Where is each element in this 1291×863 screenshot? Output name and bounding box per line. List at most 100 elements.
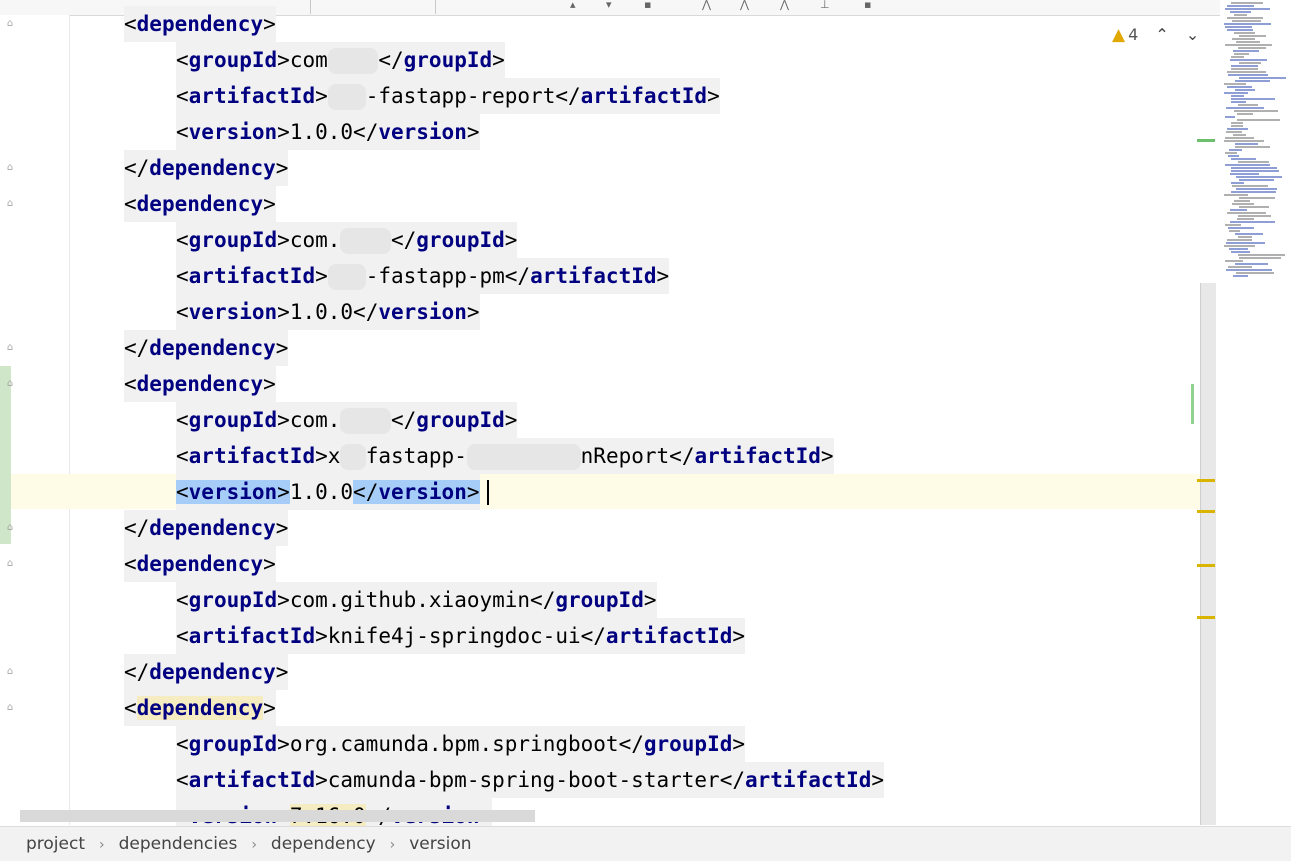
- fold-toggle-icon[interactable]: ⌂: [4, 666, 16, 678]
- tag-bracket: >: [707, 84, 720, 108]
- tag-bracket: >: [315, 624, 328, 648]
- code-line[interactable]: <version>1.0.0</version>: [176, 294, 480, 330]
- warning-mark[interactable]: [1197, 479, 1215, 482]
- change-mark[interactable]: [1191, 384, 1194, 424]
- code-minimap[interactable]: [1220, 0, 1291, 280]
- tag-bracket: <: [176, 588, 189, 612]
- tag-name: groupId: [643, 732, 733, 756]
- minimap-line: [1225, 26, 1252, 28]
- tag-bracket: </: [353, 120, 379, 144]
- fold-toggle-icon[interactable]: ⌂: [4, 198, 16, 210]
- breadcrumb-item[interactable]: dependency: [271, 834, 376, 854]
- minimap-line: [1231, 65, 1258, 67]
- tag-name: dependency: [136, 696, 264, 720]
- tag-bracket: <: [176, 768, 189, 792]
- minimap-line: [1229, 149, 1242, 151]
- tag-bracket: </: [124, 336, 150, 360]
- code-line[interactable]: <artifactId>xxx-fastapp-report</artifact…: [176, 78, 720, 114]
- redacted-text: xxxx: [327, 48, 379, 74]
- warning-triangle-icon[interactable]: ▲: [1112, 25, 1125, 45]
- breadcrumb: project › dependencies › dependency › version: [0, 826, 1291, 861]
- code-line-content: <groupId>org.camunda.bpm.springboot</gro…: [176, 726, 746, 762]
- code-line[interactable]: <groupId>org.camunda.bpm.springboot</gro…: [176, 726, 746, 762]
- minimap-line: [1225, 116, 1235, 118]
- minimap-line: [1234, 110, 1278, 112]
- tag-value: 1.0.0: [289, 300, 354, 324]
- redacted-text: xx: [340, 444, 366, 470]
- code-line[interactable]: <artifactId>camunda-bpm-spring-boot-star…: [176, 762, 885, 798]
- code-line[interactable]: <dependency>: [124, 546, 276, 582]
- code-line[interactable]: <version>1.0.0</version>: [176, 474, 480, 510]
- breadcrumb-item[interactable]: dependencies: [119, 834, 238, 854]
- code-line[interactable]: <groupId>comxxxx</groupId>: [176, 42, 505, 78]
- tag-value: knife4j-springdoc-ui: [327, 624, 581, 648]
- warning-mark[interactable]: [1197, 510, 1215, 513]
- minimap-line: [1225, 137, 1254, 139]
- fold-toggle-icon[interactable]: ⌂: [4, 522, 16, 534]
- minimap-line: [1238, 161, 1269, 163]
- inspection-widget[interactable]: ▲ 4 ⌃ ⌄: [1112, 25, 1199, 45]
- fold-toggle-icon[interactable]: ⌂: [4, 702, 16, 714]
- minimap-line: [1225, 260, 1243, 262]
- tag-name: groupId: [188, 588, 278, 612]
- fold-toggle-icon[interactable]: ⌂: [4, 342, 16, 354]
- code-line[interactable]: </dependency>: [124, 654, 289, 690]
- minimap-line: [1233, 275, 1248, 277]
- minimap-line: [1227, 71, 1266, 73]
- code-line[interactable]: <dependency>: [124, 690, 276, 726]
- code-line[interactable]: <artifactId>knife4j-springdoc-ui</artifa…: [176, 618, 746, 654]
- minimap-line: [1225, 224, 1241, 226]
- code-line[interactable]: <groupId>com.xxxx</groupId>: [176, 402, 518, 438]
- vertical-scrollbar[interactable]: [1200, 283, 1216, 825]
- code-line[interactable]: <groupId>com.xxxx</groupId>: [176, 222, 518, 258]
- code-line[interactable]: </dependency>: [124, 150, 289, 186]
- tag-bracket: >: [820, 444, 834, 468]
- minimap-line: [1231, 56, 1244, 58]
- chevron-down-icon[interactable]: ⌄: [1186, 25, 1199, 44]
- minimap-line: [1231, 101, 1246, 103]
- warning-mark[interactable]: [1197, 616, 1215, 619]
- fold-toggle-icon[interactable]: ⌂: [4, 558, 16, 570]
- code-line[interactable]: <groupId>com.github.xiaoymin</groupId>: [176, 582, 657, 618]
- tag-bracket: <: [176, 84, 189, 108]
- minimap-line: [1239, 62, 1261, 64]
- code-line[interactable]: </dependency>: [124, 510, 289, 546]
- warning-count[interactable]: 4: [1128, 25, 1138, 44]
- breadcrumb-item[interactable]: project: [26, 834, 85, 854]
- chevron-up-icon[interactable]: ⌃: [1155, 25, 1168, 44]
- code-line[interactable]: </dependency>: [124, 330, 289, 366]
- tag-bracket: </: [530, 588, 556, 612]
- code-editor[interactable]: <dependency><groupId>comxxxx</groupId><a…: [0, 0, 1200, 834]
- redacted-text: xxx: [327, 264, 366, 290]
- redacted-text: xxxx: [340, 228, 391, 254]
- code-line[interactable]: <version>1.0.0</version>: [176, 114, 480, 150]
- fold-toggle-icon[interactable]: ⌂: [4, 162, 16, 174]
- minimap-line: [1231, 191, 1276, 193]
- tag-name: artifactId: [744, 768, 872, 792]
- warning-mark[interactable]: [1197, 564, 1215, 567]
- horizontal-scrollbar-thumb[interactable]: [20, 810, 535, 822]
- tag-bracket: </: [124, 516, 150, 540]
- tag-bracket: <: [176, 48, 189, 72]
- tag-name: artifactId: [580, 84, 708, 108]
- fold-toggle-icon[interactable]: ⌂: [4, 18, 16, 30]
- tag-name: groupId: [188, 408, 278, 432]
- code-line[interactable]: <dependency>: [124, 366, 276, 402]
- code-line-content: <groupId>comxxxx</groupId>: [176, 42, 505, 78]
- tag-bracket: >: [871, 768, 885, 792]
- tag-value: nReport: [580, 444, 670, 468]
- tag-value: com.: [289, 228, 341, 252]
- minimap-line: [1230, 173, 1259, 175]
- fold-toggle-icon[interactable]: ⌂: [4, 378, 16, 390]
- tag-bracket: >: [315, 84, 328, 108]
- tag-bracket: >: [277, 732, 290, 756]
- code-line[interactable]: <dependency>: [124, 186, 276, 222]
- code-line[interactable]: <artifactId>xxxfastapp-xxxxxxxxxnReport<…: [176, 438, 834, 474]
- minimap-line: [1228, 155, 1239, 157]
- code-line[interactable]: <dependency>: [124, 6, 276, 42]
- code-line[interactable]: <artifactId>xxx-fastapp-pm</artifactId>: [176, 258, 670, 294]
- minimap-line: [1237, 218, 1254, 220]
- breadcrumb-item[interactable]: version: [409, 834, 471, 854]
- change-mark[interactable]: [1197, 139, 1215, 142]
- tag-bracket: <: [124, 192, 137, 216]
